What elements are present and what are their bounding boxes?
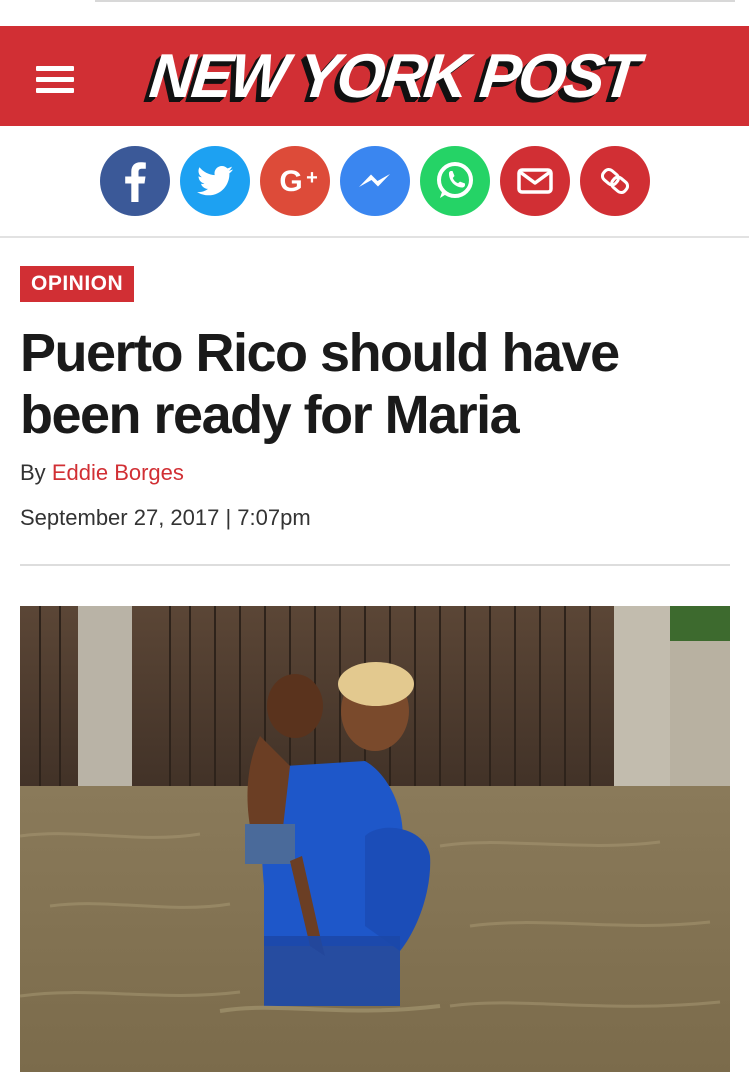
top-divider <box>95 0 735 2</box>
publish-date: September 27, 2017 | 7:07pm <box>20 505 311 530</box>
messenger-share-button[interactable] <box>340 146 410 216</box>
link-icon <box>580 146 650 216</box>
byline-prefix: By <box>20 460 46 485</box>
twitter-icon <box>180 146 250 216</box>
site-logo[interactable]: NEW YORK POST <box>146 38 640 118</box>
byline: By Eddie Borges <box>20 458 184 488</box>
google-plus-share-button[interactable]: G + <box>260 146 330 216</box>
copy-link-share-button[interactable] <box>580 146 650 216</box>
facebook-share-button[interactable] <box>100 146 170 216</box>
hamburger-icon-bar <box>36 77 74 82</box>
section-badge[interactable]: OPINION <box>20 266 135 302</box>
hamburger-icon <box>36 66 74 71</box>
hamburger-icon-bar <box>36 88 74 93</box>
google-plus-icon: G + <box>260 146 330 216</box>
article-photo[interactable] <box>20 606 730 1072</box>
whatsapp-icon <box>420 146 490 216</box>
menu-button[interactable] <box>30 62 80 98</box>
article-headline: Puerto Rico should have been ready for M… <box>20 323 620 445</box>
flood-photo-illustration <box>20 606 730 1072</box>
facebook-icon <box>100 146 170 216</box>
svg-text:G: G <box>279 165 302 198</box>
email-share-button[interactable] <box>500 146 570 216</box>
author-link[interactable]: Eddie Borges <box>52 460 184 485</box>
email-icon <box>500 146 570 216</box>
svg-text:+: + <box>306 167 318 189</box>
share-bar: G + <box>0 126 749 238</box>
logo-text: NEW YORK POST <box>146 42 641 111</box>
site-header: NEW YORK POST <box>0 26 749 126</box>
whatsapp-share-button[interactable] <box>420 146 490 216</box>
article-divider <box>20 564 730 566</box>
messenger-icon <box>340 146 410 216</box>
twitter-share-button[interactable] <box>180 146 250 216</box>
browser-top-strip <box>0 0 749 26</box>
